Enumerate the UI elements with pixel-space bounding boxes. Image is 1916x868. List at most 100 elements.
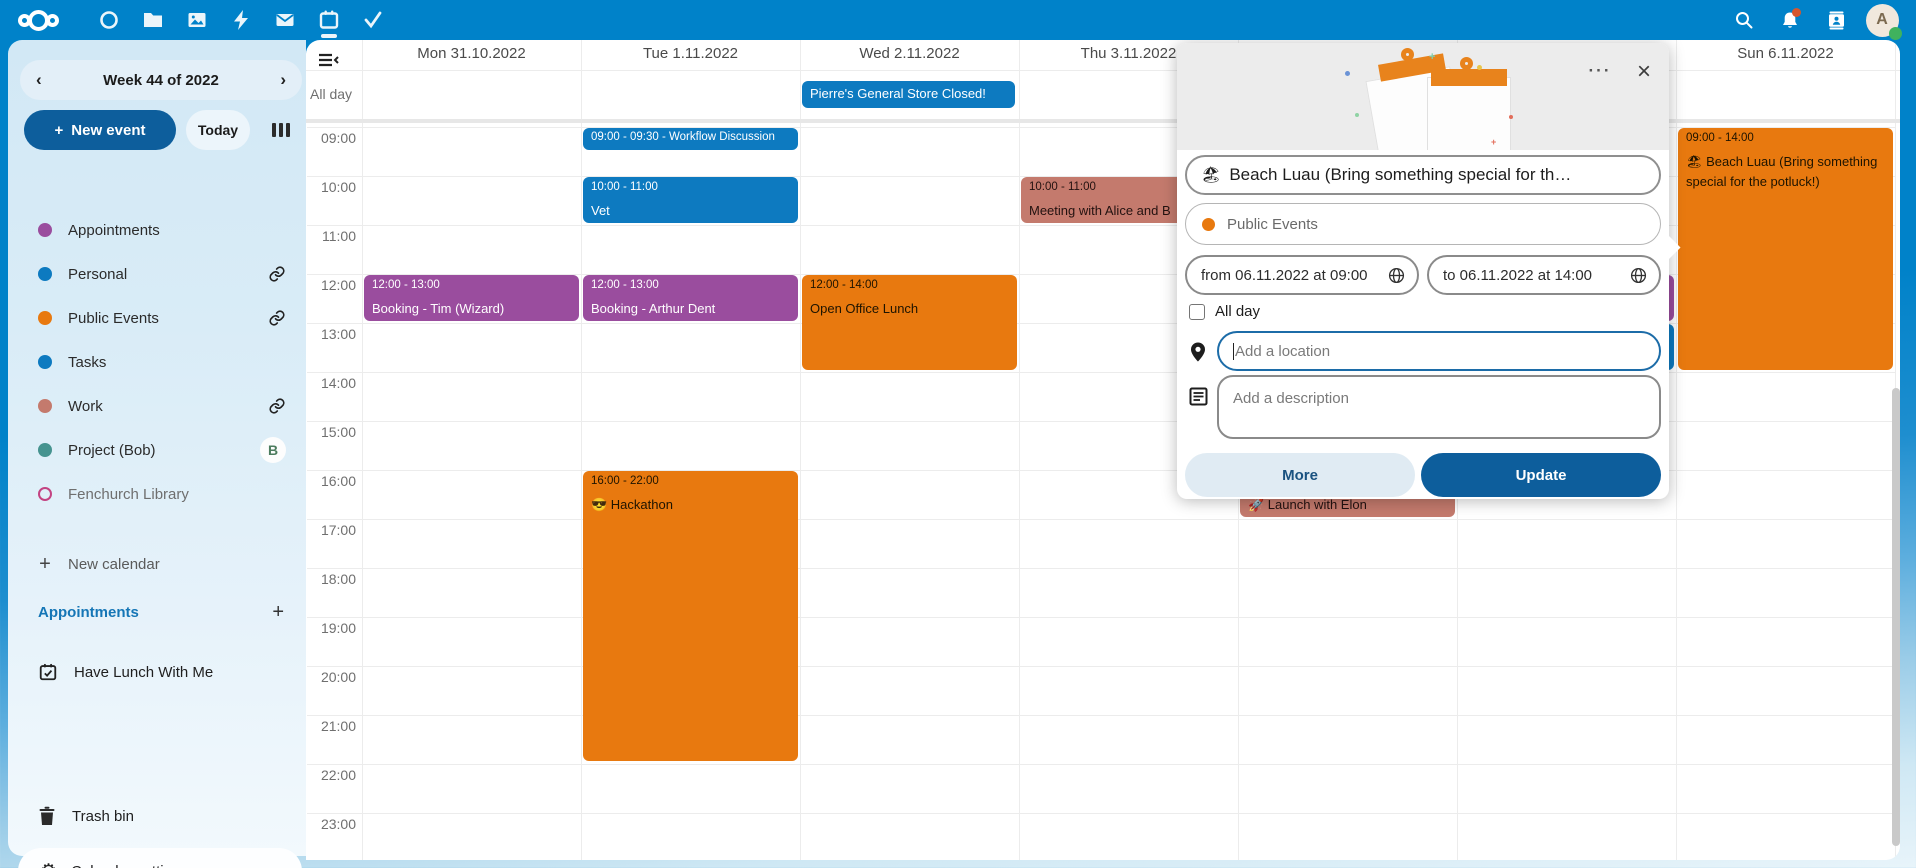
collapse-allday-icon[interactable] (318, 52, 340, 73)
hour-label: 12:00 (306, 277, 356, 295)
sidebar: ‹ Week 44 of 2022 › + New event Today Ap… (8, 40, 306, 856)
calendar-app: A ‹ Week 44 of 2022 › + New event Today … (0, 0, 1916, 868)
description-input[interactable]: Add a description (1217, 375, 1661, 439)
event-booking-arthur-dent[interactable]: 12:00 - 13:00Booking - Arthur Dent (583, 275, 798, 321)
day-header-mon: Mon 31.10.2022 (362, 45, 581, 67)
week-view-toggle-icon[interactable] (272, 123, 290, 137)
hour-label: 14:00 (306, 375, 356, 393)
plus-icon: + (38, 553, 52, 576)
calendar-icon[interactable] (307, 0, 351, 40)
text-cursor (1233, 343, 1234, 360)
event-workflow-discussion[interactable]: 09:00 - 09:30 - Workflow Discussion (583, 128, 798, 150)
calendar-list: Appointments Personal Public Events Task… (8, 208, 306, 586)
hour-label: 17:00 (306, 522, 356, 540)
search-icon[interactable] (1724, 0, 1764, 40)
close-icon[interactable]: × (1629, 57, 1659, 87)
vertical-scrollbar[interactable] (1892, 388, 1900, 846)
event-beach-luau[interactable]: 09:00 - 14:00🏖 Beach Luau (Bring somethi… (1678, 128, 1893, 370)
more-button[interactable]: More (1185, 453, 1415, 497)
previous-week-button[interactable]: ‹ (36, 70, 42, 90)
beach-emoji-icon: 🏖 (1201, 165, 1221, 185)
calendar-select[interactable]: Public Events (1185, 203, 1661, 245)
day-header-sun: Sun 6.11.2022 (1676, 45, 1895, 67)
hour-label: 16:00 (306, 473, 356, 491)
all-day-checkbox[interactable]: All day (1189, 303, 1260, 320)
mail-icon[interactable] (263, 0, 307, 40)
event-booking-tim[interactable]: 12:00 - 13:00Booking - Tim (Wizard) (364, 275, 579, 321)
calendar-item-project-bob[interactable]: Project (Bob) B (8, 428, 306, 472)
location-pin-icon (1189, 341, 1207, 363)
confetti-dot (1509, 115, 1513, 119)
appointments-section: Appointments + (8, 592, 306, 632)
checkbox-unchecked[interactable] (1189, 304, 1205, 320)
files-icon[interactable] (131, 0, 175, 40)
tasks-icon[interactable] (351, 0, 395, 40)
calendar-color-ring (38, 487, 52, 501)
activity-icon[interactable] (219, 0, 263, 40)
event-open-office-lunch[interactable]: 12:00 - 14:00Open Office Lunch (802, 275, 1017, 370)
calendar-color-dot (38, 267, 52, 281)
calendar-item-fenchurch-library[interactable]: Fenchurch Library (8, 472, 306, 516)
trash-bin-button[interactable]: Trash bin (8, 794, 306, 838)
hour-label: 18:00 (306, 571, 356, 589)
next-week-button[interactable]: › (280, 70, 286, 90)
shared-link-icon[interactable] (268, 397, 286, 415)
contacts-icon[interactable] (1816, 0, 1856, 40)
active-app-indicator (321, 34, 337, 38)
gear-icon: ⚙ (40, 862, 57, 868)
event-hackathon[interactable]: 16:00 - 22:00😎 Hackathon (583, 471, 798, 761)
event-title-input[interactable]: 🏖 Beach Luau (Bring something special fo… (1185, 155, 1661, 195)
top-header-bar: A (0, 0, 1916, 40)
new-event-button[interactable]: + New event (24, 110, 176, 150)
timezone-globe-icon[interactable] (1630, 267, 1647, 284)
calendar-color-dot (38, 311, 52, 325)
today-button[interactable]: Today (186, 110, 250, 150)
shared-link-icon[interactable] (268, 265, 286, 283)
trash-icon (38, 806, 56, 826)
hour-label: 10:00 (306, 179, 356, 197)
calendar-color-dot (38, 223, 52, 237)
calendar-item-personal[interactable]: Personal (8, 252, 306, 296)
calendar-color-dot (38, 399, 52, 413)
hour-label: 20:00 (306, 669, 356, 687)
new-calendar-button[interactable]: + New calendar (8, 542, 306, 586)
calendar-color-dot (1202, 218, 1215, 231)
plus-icon: + (55, 122, 64, 139)
hour-label: 19:00 (306, 620, 356, 638)
photos-icon[interactable] (175, 0, 219, 40)
confetti-dot (1477, 65, 1482, 70)
avatar-initial: A (1876, 11, 1888, 29)
hour-label: 09:00 (306, 130, 356, 148)
timezone-globe-icon[interactable] (1388, 267, 1405, 284)
end-date-input[interactable]: to 06.11.2022 at 14:00 (1427, 255, 1661, 295)
shared-user-badge: B (260, 437, 286, 463)
hour-label: 21:00 (306, 718, 356, 736)
allday-event-pierres-store[interactable]: Pierre's General Store Closed! (802, 81, 1015, 108)
appointment-item-have-lunch[interactable]: Have Lunch With Me (8, 650, 306, 694)
update-button[interactable]: Update (1421, 453, 1661, 497)
confetti-dot (1355, 113, 1359, 117)
nextcloud-logo-icon[interactable] (18, 10, 59, 31)
calendar-item-work[interactable]: Work (8, 384, 306, 428)
description-icon (1189, 387, 1208, 406)
hour-label: 23:00 (306, 816, 356, 834)
week-label: Week 44 of 2022 (103, 72, 219, 89)
calendar-item-tasks[interactable]: Tasks (8, 340, 306, 384)
location-input[interactable]: Add a location (1217, 331, 1661, 371)
dashboard-icon[interactable] (87, 0, 131, 40)
start-date-input[interactable]: from 06.11.2022 at 09:00 (1185, 255, 1419, 295)
shared-link-icon[interactable] (268, 309, 286, 327)
add-appointment-config-button[interactable]: + (272, 601, 284, 624)
event-editor-popup: + + ··· × 🏖 Beach Luau (Bring something … (1177, 43, 1669, 499)
calendar-item-public-events[interactable]: Public Events (8, 296, 306, 340)
calendar-settings-button[interactable]: ⚙ Calendar settings (18, 848, 302, 868)
notifications-bell-icon[interactable] (1770, 0, 1810, 40)
hour-label: 22:00 (306, 767, 356, 785)
hour-label: 15:00 (306, 424, 356, 442)
calendar-check-icon (38, 662, 58, 682)
calendar-item-appointments[interactable]: Appointments (8, 208, 306, 252)
event-vet[interactable]: 10:00 - 11:00Vet (583, 177, 798, 223)
sidebar-button-row: + New event Today (24, 110, 294, 150)
popup-actions-menu-icon[interactable]: ··· (1585, 61, 1615, 87)
avatar[interactable]: A (1862, 0, 1902, 40)
